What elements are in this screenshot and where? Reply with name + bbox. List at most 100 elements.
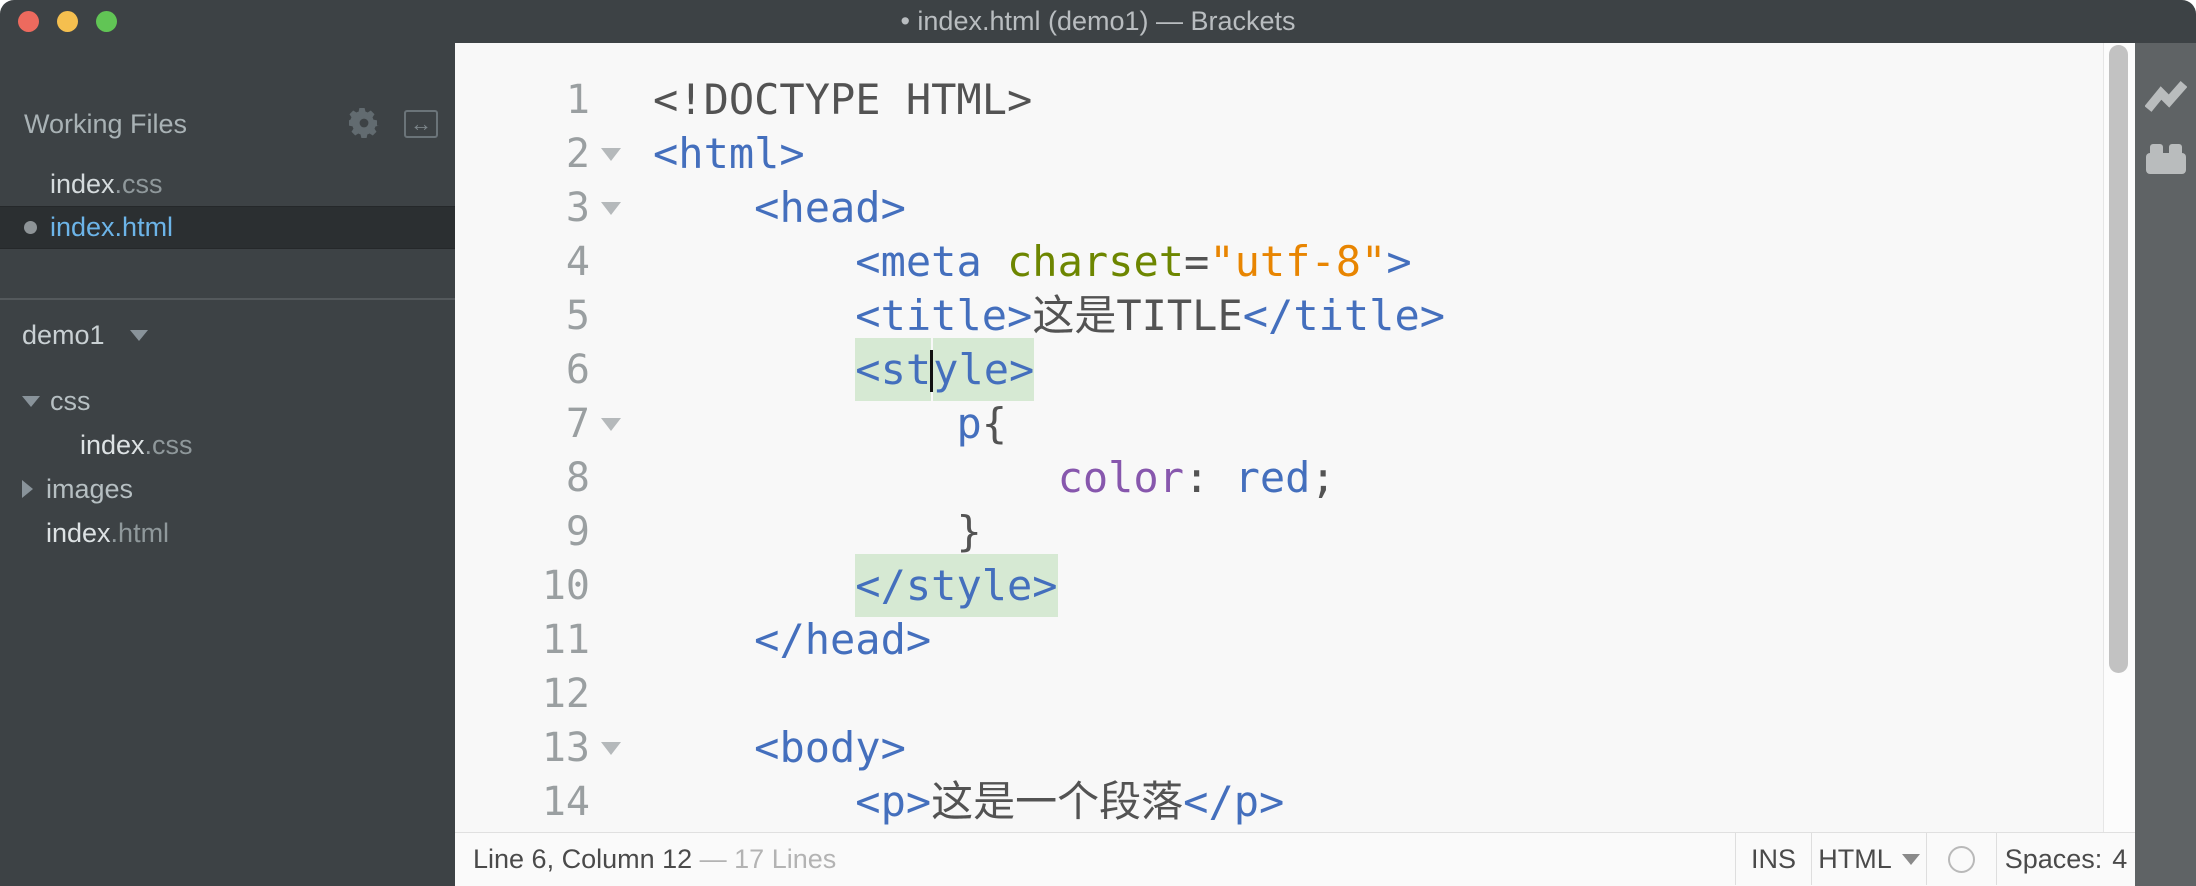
fold-arrow-icon[interactable]	[590, 721, 632, 775]
line-number[interactable]: 8	[455, 451, 590, 505]
code-line[interactable]: 6 <style>	[455, 338, 2104, 401]
extension-manager-icon[interactable]	[2145, 143, 2187, 175]
code-line[interactable]: 7 p{	[455, 397, 2104, 451]
code-line[interactable]: 9 }	[455, 505, 2104, 559]
working-file-index-html[interactable]: index.html	[0, 206, 455, 249]
tree-file-index-css[interactable]: index.css	[0, 423, 455, 467]
sidebar-divider	[0, 298, 455, 300]
code-line[interactable]: 10 </style>	[455, 554, 2104, 617]
code-text[interactable]: <p>这是一个段落</p>	[632, 775, 1284, 829]
notification-indicator[interactable]	[1926, 833, 1996, 885]
code-text[interactable]: color: red;	[632, 451, 1336, 505]
code-line[interactable]: 3 <head>	[455, 181, 2104, 235]
brackets-window: • index.html (demo1) — Brackets Working …	[0, 0, 2196, 886]
line-number[interactable]: 10	[455, 559, 590, 613]
working-file-index-css[interactable]: index.css	[0, 163, 455, 206]
code-text[interactable]: <head>	[632, 181, 906, 235]
fold-gutter	[590, 73, 632, 127]
chevron-down-icon	[1901, 853, 1920, 865]
code-text[interactable]: <!DOCTYPE HTML>	[632, 73, 1032, 127]
fold-gutter	[590, 289, 632, 343]
status-bar: Line 6, Column 12 — 17 Lines INS HTML Sp…	[455, 832, 2135, 886]
file-extension: .css	[114, 169, 163, 199]
code-lines: 1 <!DOCTYPE HTML> 2 <html> 3 <head> 4 <meta c…	[455, 73, 2104, 829]
title-bar: • index.html (demo1) — Brackets	[0, 0, 2196, 43]
code-text[interactable]: <html>	[632, 127, 805, 181]
vertical-scrollbar[interactable]	[2103, 43, 2135, 833]
code-text[interactable]: </head>	[632, 613, 931, 667]
tree-folder-images[interactable]: images	[0, 467, 455, 511]
code-line[interactable]: 1 <!DOCTYPE HTML>	[455, 73, 2104, 127]
file-name: index	[50, 212, 115, 242]
line-count: — 17 Lines	[699, 844, 837, 874]
file-extension: .html	[114, 212, 174, 242]
text-cursor	[930, 349, 934, 392]
insert-mode-toggle[interactable]: INS	[1735, 833, 1811, 885]
folder-expanded-icon[interactable]	[22, 396, 40, 407]
code-line[interactable]: 5 <title>这是TITLE</title>	[455, 289, 2104, 343]
fold-gutter	[590, 667, 632, 721]
code-text[interactable]: <body>	[632, 721, 906, 775]
code-line[interactable]: 13 <body>	[455, 721, 2104, 775]
fold-arrow-icon[interactable]	[590, 127, 632, 181]
line-number[interactable]: 13	[455, 721, 590, 775]
code-text[interactable]: <style>	[632, 338, 1035, 401]
circle-icon	[1948, 845, 1975, 873]
line-number[interactable]: 6	[455, 343, 590, 397]
code-text[interactable]	[632, 667, 653, 721]
chevron-down-icon	[130, 330, 148, 341]
zoom-button[interactable]	[96, 11, 117, 32]
language-selector[interactable]: HTML	[1811, 833, 1926, 885]
indent-settings[interactable]: Spaces: 4	[1996, 833, 2135, 885]
fold-gutter	[590, 451, 632, 505]
minimize-button[interactable]	[57, 11, 78, 32]
project-dropdown[interactable]: demo1	[22, 315, 148, 355]
line-number[interactable]: 14	[455, 775, 590, 829]
code-text[interactable]: <title>这是TITLE</title>	[632, 289, 1445, 343]
right-toolbar	[2135, 43, 2196, 886]
tree-folder-css[interactable]: css	[0, 379, 455, 423]
code-line[interactable]: 4 <meta charset="utf-8">	[455, 235, 2104, 289]
scrollbar-thumb[interactable]	[2109, 45, 2128, 673]
window-title: • index.html (demo1) — Brackets	[900, 6, 1296, 36]
traffic-lights	[18, 11, 117, 32]
gear-icon[interactable]	[347, 106, 381, 140]
tree-file-index-html[interactable]: index.html	[0, 511, 455, 555]
fold-gutter	[590, 505, 632, 559]
working-files-header: Working Files	[24, 109, 188, 139]
file-name: index	[50, 169, 115, 199]
cursor-position: Line 6, Column 12	[473, 844, 693, 874]
line-number[interactable]: 12	[455, 667, 590, 721]
fold-arrow-icon[interactable]	[590, 181, 632, 235]
fold-gutter	[590, 235, 632, 289]
folder-collapsed-icon[interactable]	[22, 480, 33, 498]
code-text[interactable]: p{	[632, 397, 1007, 451]
close-button[interactable]	[18, 11, 39, 32]
project-name: demo1	[22, 320, 105, 350]
line-number[interactable]: 11	[455, 613, 590, 667]
code-text[interactable]: }	[632, 505, 981, 559]
cursor-position-status: Line 6, Column 12 — 17 Lines	[473, 833, 836, 885]
line-number[interactable]: 3	[455, 181, 590, 235]
line-number[interactable]: 9	[455, 505, 590, 559]
split-view-icon[interactable]: ↔	[404, 110, 438, 138]
code-line[interactable]: 8 color: red;	[455, 451, 2104, 505]
code-text[interactable]: </style>	[632, 554, 1058, 617]
fold-gutter	[590, 613, 632, 667]
code-line[interactable]: 14 <p>这是一个段落</p>	[455, 775, 2104, 829]
code-line[interactable]: 2 <html>	[455, 127, 2104, 181]
code-text[interactable]: <meta charset="utf-8">	[632, 235, 1411, 289]
sidebar: Working Files ↔ index.css index.html dem…	[0, 43, 455, 886]
code-line[interactable]: 12	[455, 667, 2104, 721]
live-preview-icon[interactable]	[2145, 81, 2187, 117]
fold-arrow-icon[interactable]	[590, 397, 632, 451]
line-number[interactable]: 1	[455, 73, 590, 127]
code-line[interactable]: 11 </head>	[455, 613, 2104, 667]
line-number[interactable]: 5	[455, 289, 590, 343]
line-number[interactable]: 4	[455, 235, 590, 289]
fold-gutter	[590, 559, 632, 613]
code-editor[interactable]: 1 <!DOCTYPE HTML> 2 <html> 3 <head> 4 <meta c…	[455, 43, 2104, 833]
line-number[interactable]: 2	[455, 127, 590, 181]
fold-gutter	[590, 343, 632, 397]
line-number[interactable]: 7	[455, 397, 590, 451]
